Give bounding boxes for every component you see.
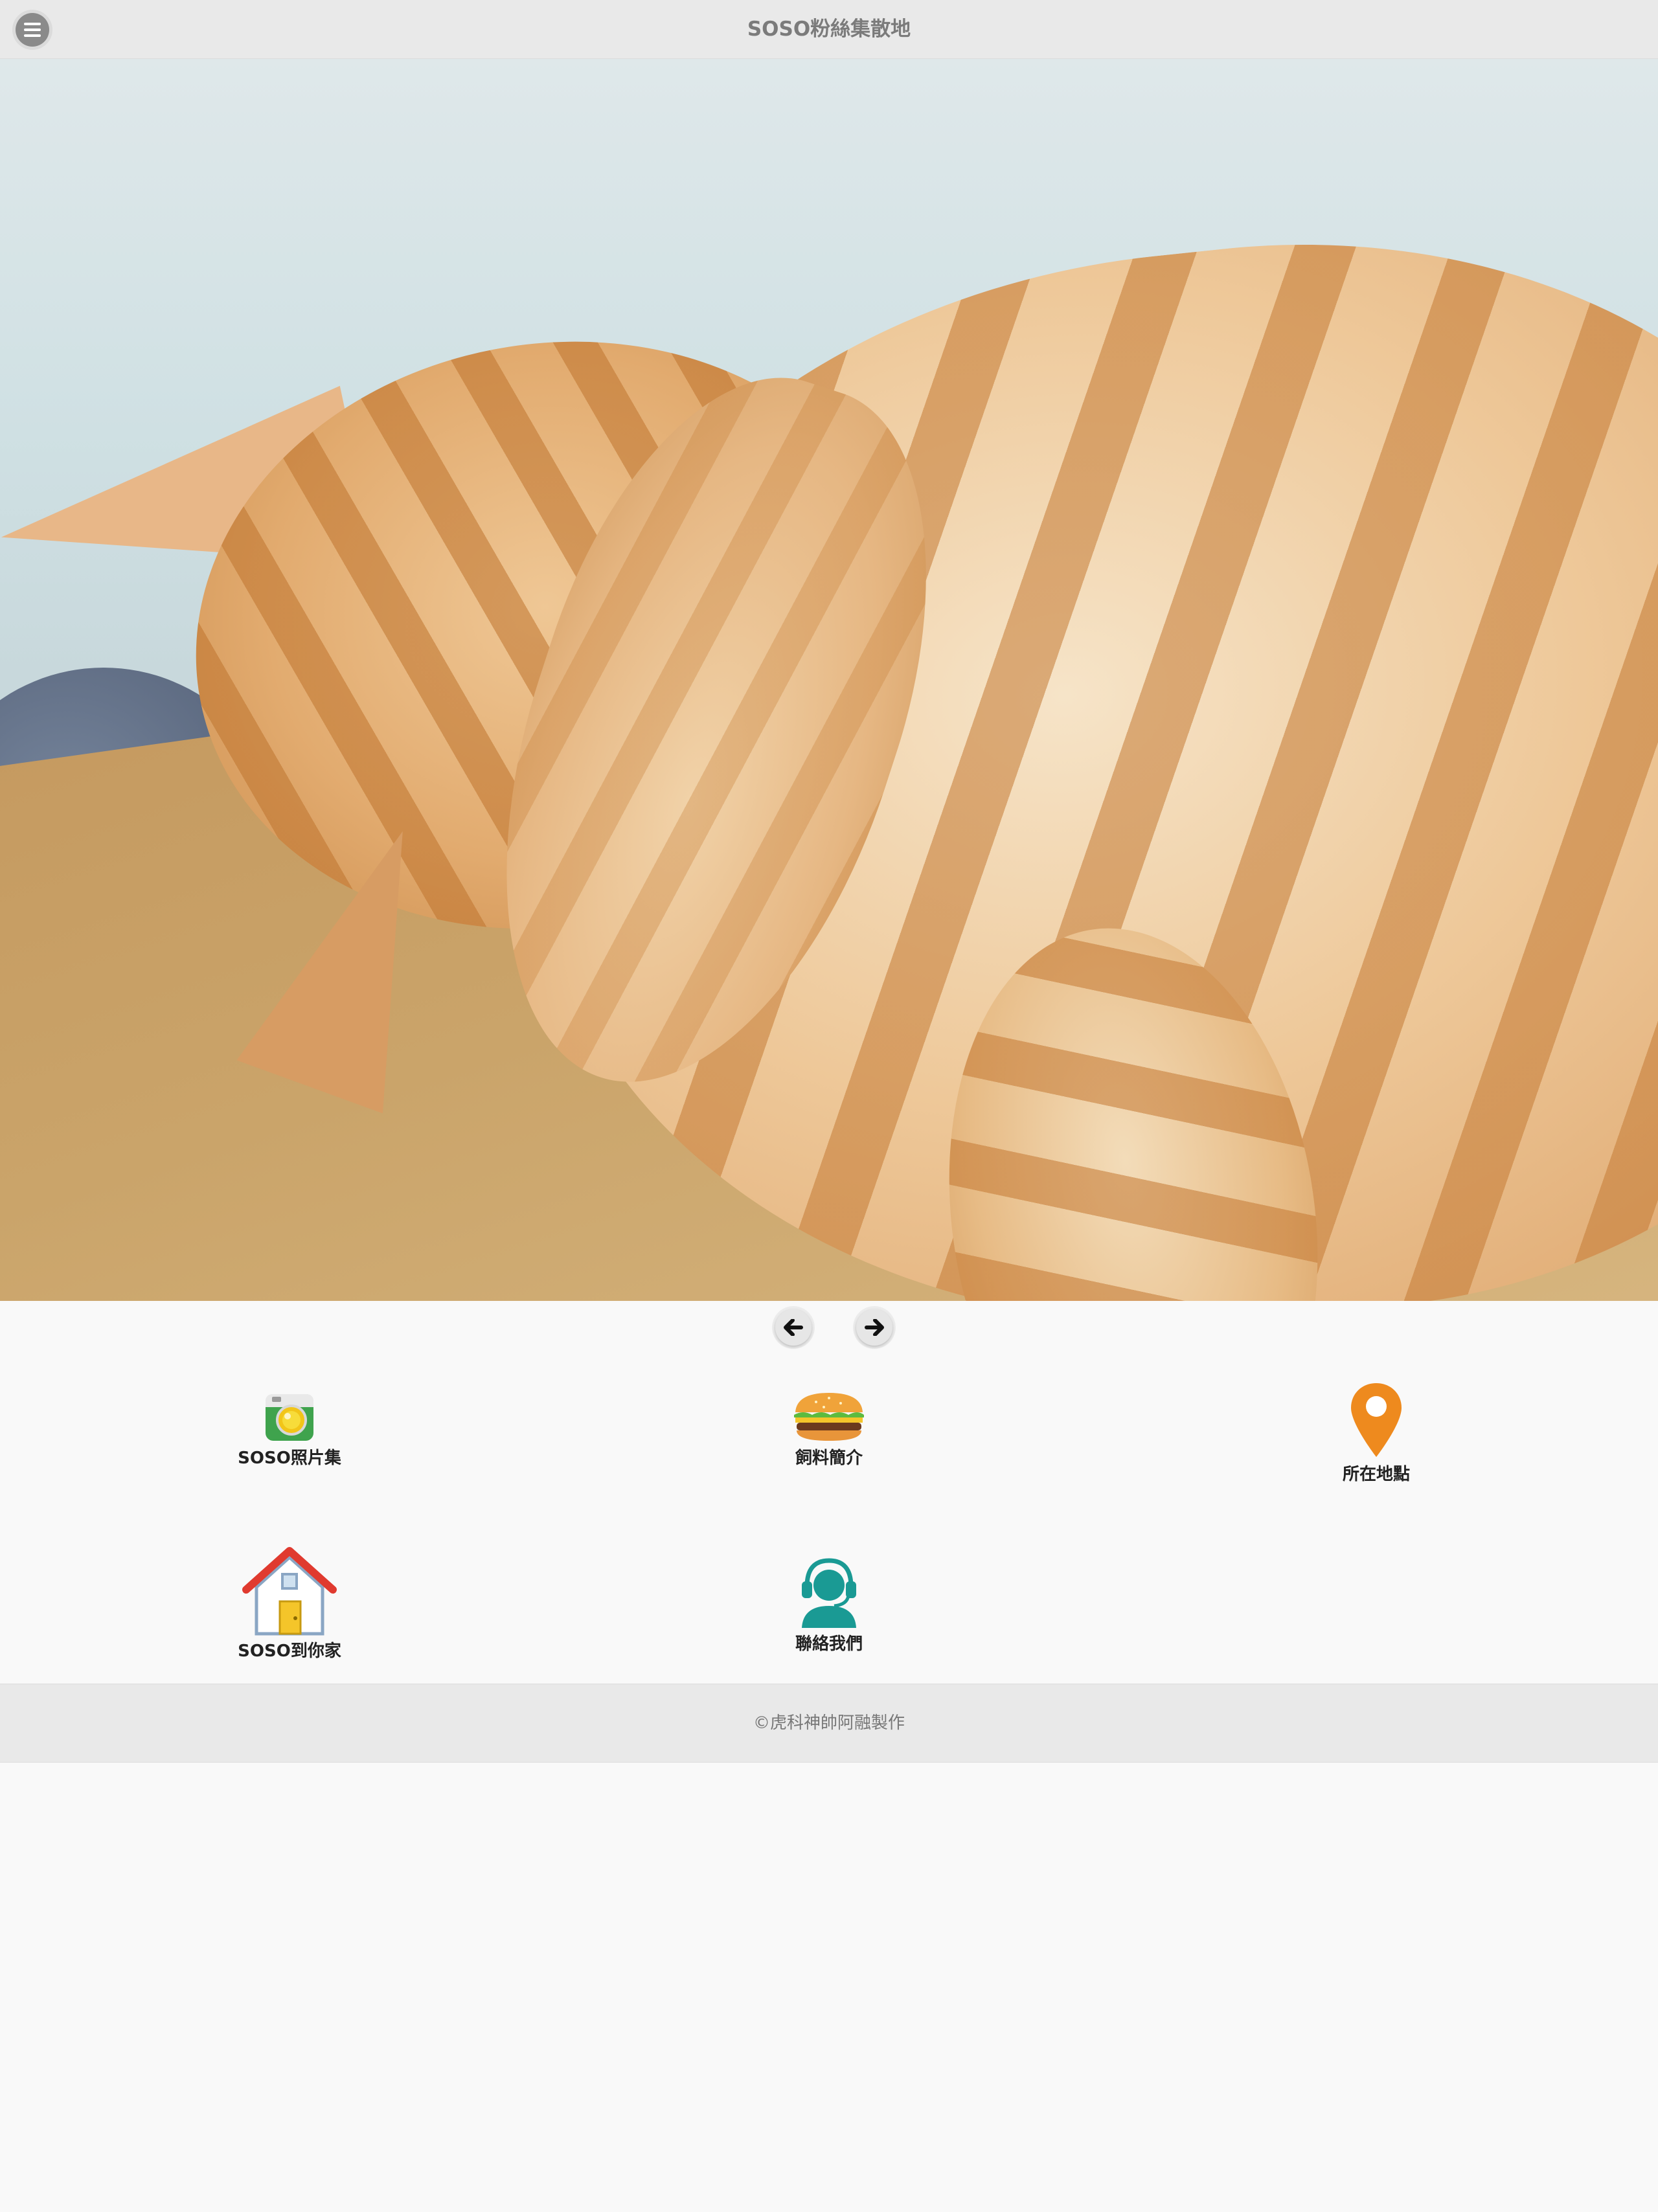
map-pin-icon	[1351, 1383, 1402, 1457]
menu-item-contact[interactable]: 聯絡我們	[699, 1554, 959, 1655]
support-headset-icon	[802, 1558, 856, 1628]
arrow-right-icon	[865, 1319, 884, 1336]
menu-label-photos: SOSO照片集	[238, 1449, 341, 1468]
menu-item-food[interactable]: 飼料簡介	[699, 1390, 959, 1469]
menu-item-home-delivery[interactable]: SOSO到你家	[160, 1544, 419, 1662]
top-bar: SOSO粉絲集散地	[0, 0, 1658, 59]
menu-item-location[interactable]: 所在地點	[1247, 1381, 1506, 1485]
menu-label-location: 所在地點	[1342, 1465, 1410, 1484]
footer: ©虎科神帥阿融製作	[0, 1684, 1658, 1763]
hamburger-food-icon	[794, 1393, 864, 1441]
menu-item-photos[interactable]: SOSO照片集	[160, 1390, 419, 1469]
menu-label-contact: 聯絡我們	[795, 1634, 863, 1654]
menu-label-home-delivery: SOSO到你家	[238, 1642, 341, 1661]
carousel-prev-button[interactable]	[775, 1309, 812, 1346]
page-title: SOSO粉絲集散地	[747, 17, 911, 41]
hero-cat-photo	[0, 59, 1658, 1301]
house-icon	[242, 1547, 337, 1636]
camera-icon	[266, 1394, 313, 1441]
menu-label-food: 飼料簡介	[795, 1449, 863, 1468]
arrow-left-icon	[784, 1319, 803, 1336]
footer-credit: ©虎科神帥阿融製作	[753, 1713, 905, 1733]
carousel-next-button[interactable]	[856, 1309, 892, 1346]
